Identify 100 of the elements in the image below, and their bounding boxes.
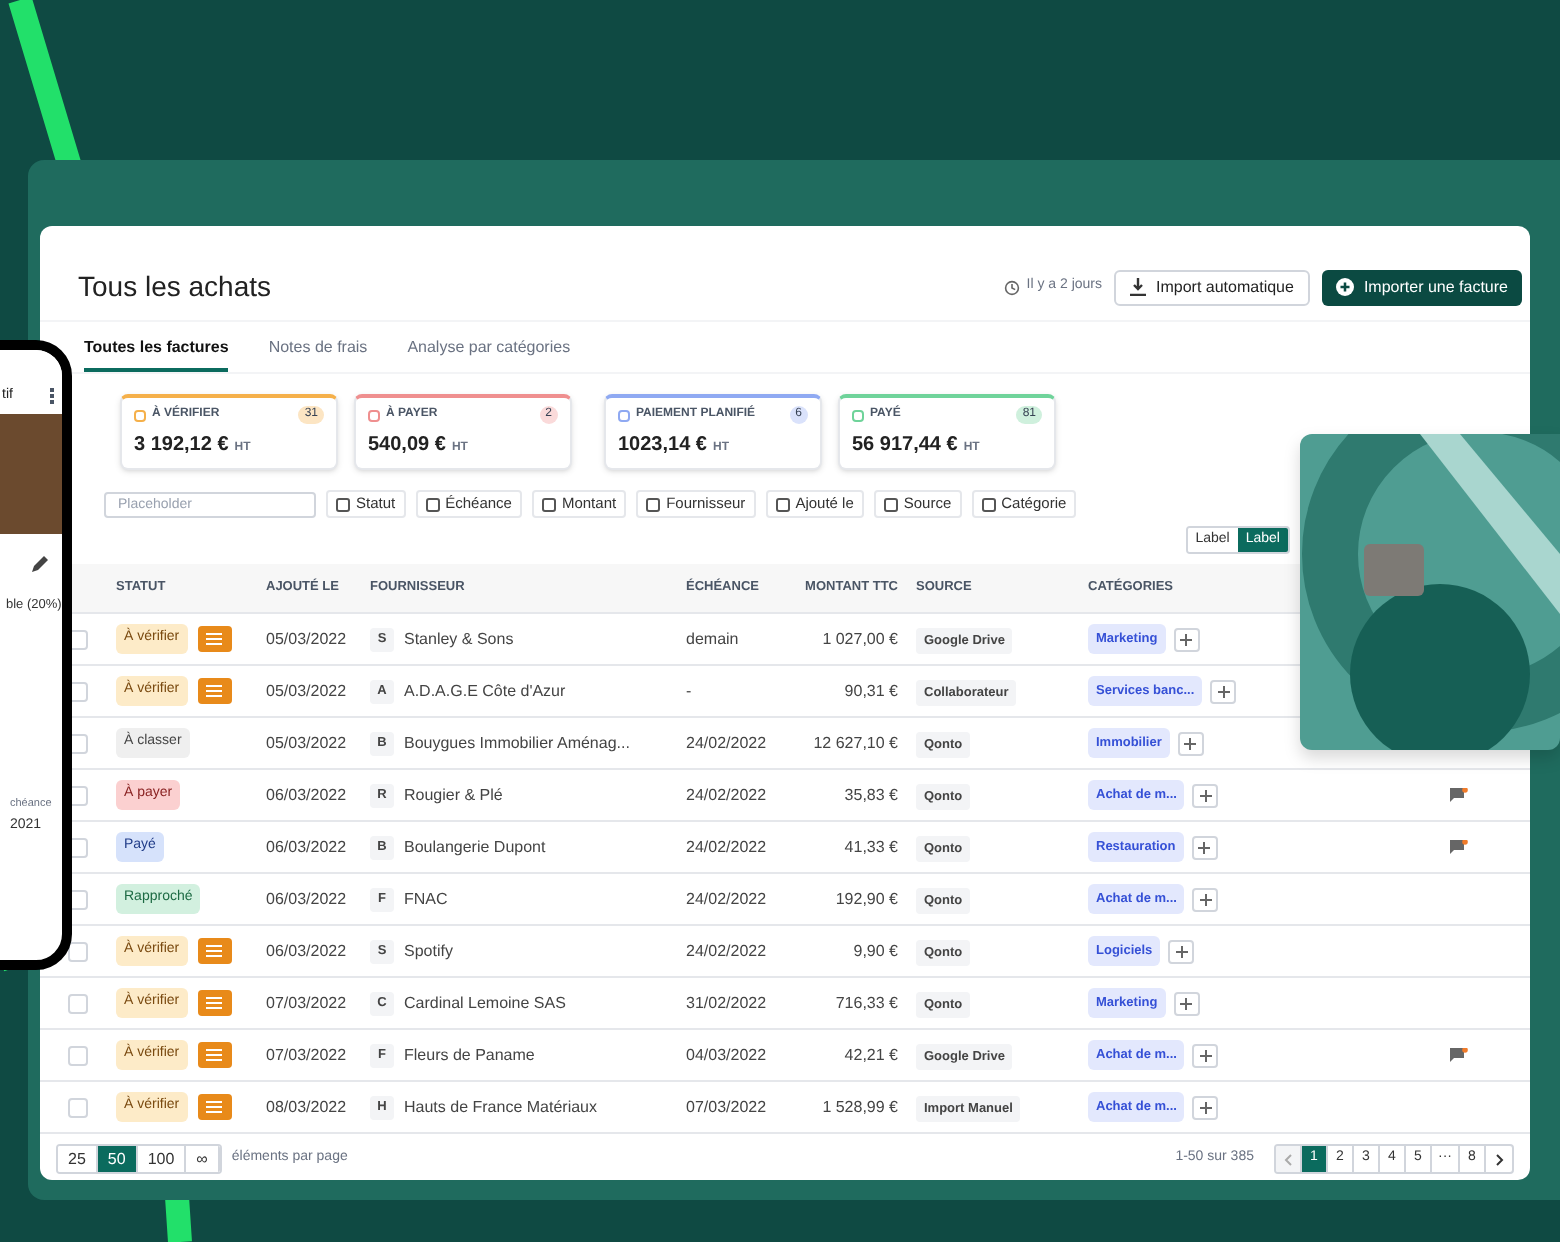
document-icon[interactable] [197, 626, 232, 652]
table-cell-text: 24/02/2022 [686, 835, 769, 859]
page-size-option[interactable]: 50 [97, 1146, 138, 1172]
add-button[interactable] [1192, 1043, 1219, 1067]
table-cell-text: 90,31 € [842, 679, 900, 703]
filter-chip-icon [775, 497, 790, 511]
table-cell-text: 06/03/2022 [266, 939, 349, 963]
add-button[interactable] [1192, 887, 1219, 911]
plus-icon [1199, 1101, 1212, 1113]
document-icon[interactable] [197, 1094, 232, 1120]
comment-icon[interactable] [1450, 839, 1468, 855]
kpi-amount: 56 917,44 € [852, 432, 958, 460]
table-cell-text: 9,90 € [851, 939, 900, 963]
table-cell-text: 05/03/2022 [266, 627, 349, 651]
table-cell-text: 35,83 € [842, 783, 900, 807]
supplier-name: A.D.A.G.E Côte d'Azur [404, 679, 566, 703]
kpi-amount: 540,09 € [368, 432, 446, 460]
comment-icon[interactable] [1450, 787, 1468, 803]
kpi-amount: 3 192,12 € [134, 432, 229, 460]
filter-chip-icon [541, 497, 556, 511]
table-cell-text: 24/02/2022 [686, 731, 769, 755]
table-cell-text: 42,21 € [842, 1043, 900, 1067]
table-cell-text: 716,33 € [833, 991, 900, 1015]
tab[interactable]: Toutes les factures [84, 322, 229, 372]
table-cell-text: 05/03/2022 [266, 679, 349, 703]
table-cell-text: 06/03/2022 [266, 783, 349, 807]
table-cell-text: 192,90 € [833, 887, 900, 911]
table-cell-text: 24/02/2022 [686, 783, 769, 807]
plus-icon [1198, 841, 1211, 853]
clock-icon [1004, 279, 1021, 295]
pencil-icon[interactable] [32, 554, 50, 572]
table-cell-text: - [686, 679, 694, 703]
add-button[interactable] [1210, 679, 1237, 703]
table-cell-text: 05/03/2022 [266, 731, 349, 755]
filter-chip-icon [336, 497, 350, 511]
supplier-name: Bouygues Immobilier Aménag... [404, 731, 630, 755]
plus-icon [1180, 997, 1193, 1009]
page-size-option[interactable]: 25 [58, 1146, 98, 1172]
add-button[interactable] [1192, 783, 1219, 807]
add-button[interactable] [1192, 1095, 1219, 1119]
chevron-right-icon [1495, 1153, 1503, 1165]
table-cell-text: 07/03/2022 [266, 1043, 349, 1067]
plus-icon [1217, 685, 1230, 697]
auto-import-button[interactable]: Import automatique [1114, 269, 1310, 305]
table-cell-text: 1 528,99 € [820, 1095, 900, 1119]
filter-chip-icon [425, 497, 440, 511]
table-cell-text: 04/03/2022 [686, 1043, 769, 1067]
import-invoice-button[interactable]: Importer une facture [1321, 269, 1522, 305]
table-cell-text: 06/03/2022 [266, 887, 349, 911]
table-cell-text: 41,33 € [842, 835, 900, 859]
document-icon[interactable] [197, 678, 232, 704]
table-cell-text: 12 627,10 € [811, 731, 900, 755]
filter-chip-icon [981, 497, 996, 511]
supplier-name: Hauts de France Matériaux [404, 1095, 597, 1119]
tab[interactable]: Notes de frais [268, 322, 368, 372]
document-icon[interactable] [197, 938, 232, 964]
supplier-name: Fleurs de Paname [404, 1043, 535, 1067]
add-button[interactable] [1173, 627, 1200, 651]
supplier-name: Spotify [404, 939, 453, 963]
plus-icon [1184, 737, 1197, 749]
table-cell-text: 1 027,00 € [820, 627, 900, 651]
plus-icon [1199, 893, 1212, 905]
plus-icon [1199, 1049, 1212, 1061]
chevron-left-icon [1284, 1153, 1292, 1165]
add-button[interactable] [1177, 731, 1204, 755]
download-icon [1130, 278, 1147, 296]
row-checkbox[interactable] [68, 1045, 88, 1065]
plus-icon [1180, 633, 1193, 645]
status-icon [368, 409, 380, 421]
add-button[interactable] [1168, 939, 1195, 963]
table-cell-text: 31/02/2022 [686, 991, 769, 1015]
supplier-name: Cardinal Lemoine SAS [404, 991, 566, 1015]
comment-icon[interactable] [1450, 1047, 1468, 1063]
add-button[interactable] [1173, 991, 1200, 1015]
table-cell-text: 08/03/2022 [266, 1095, 349, 1119]
filter-chip-icon [646, 497, 661, 511]
supplier-name: Rougier & Plé [404, 783, 503, 807]
status-icon [852, 409, 864, 421]
status-icon [618, 409, 630, 421]
table-cell-text: 24/02/2022 [686, 939, 769, 963]
kpi-amount: 1023,14 € [618, 432, 707, 460]
add-button[interactable] [1191, 835, 1218, 859]
row-checkbox[interactable] [68, 1097, 88, 1117]
row-checkbox[interactable] [68, 993, 88, 1013]
tab[interactable]: Analyse par catégories [407, 322, 571, 372]
plus-circle-icon [1335, 278, 1354, 296]
supplier-name: FNAC [404, 887, 448, 911]
table-cell-text: 07/03/2022 [686, 1095, 769, 1119]
supplier-name: Boulangerie Dupont [404, 835, 546, 859]
supplier-name: Stanley & Sons [404, 627, 514, 651]
table-cell-text: 06/03/2022 [266, 835, 349, 859]
status-icon [134, 409, 146, 421]
document-icon[interactable] [197, 1042, 232, 1068]
plus-icon [1199, 789, 1212, 801]
page-title: Tous les achats [78, 268, 271, 306]
table-cell-text: 24/02/2022 [686, 887, 769, 911]
row-checkbox[interactable] [68, 941, 88, 961]
table-cell-text: demain [686, 627, 741, 651]
filter-chip-icon [883, 497, 898, 511]
document-icon[interactable] [197, 990, 232, 1016]
